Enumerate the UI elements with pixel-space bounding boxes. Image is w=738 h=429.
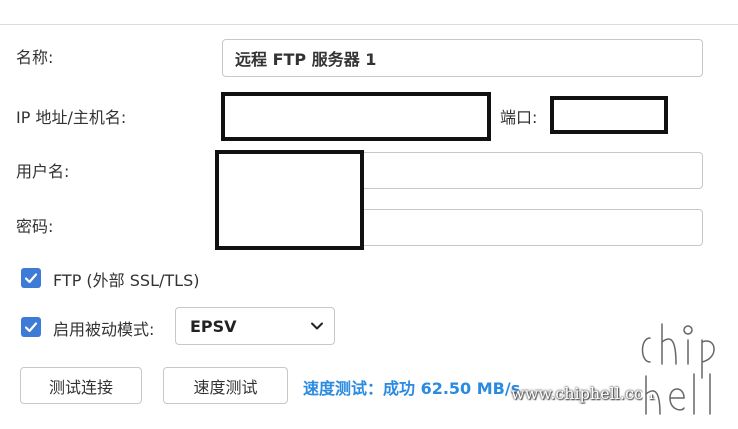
speed-test-button[interactable]: 速度测试: [163, 367, 288, 404]
host-input-redacted[interactable]: [221, 92, 491, 141]
passive-mode-label: 启用被动模式:: [53, 320, 155, 339]
checkmark-icon: [24, 273, 38, 284]
chevron-down-icon: [311, 322, 323, 330]
username-label: 用户名:: [16, 162, 70, 181]
ftp-ssl-label: FTP (外部 SSL/TLS): [53, 271, 200, 290]
top-divider: [0, 24, 738, 25]
password-input[interactable]: [356, 210, 702, 245]
port-input-redacted[interactable]: [550, 96, 668, 134]
test-connection-button[interactable]: 测试连接: [20, 367, 142, 404]
name-label: 名称:: [16, 48, 54, 67]
name-input[interactable]: [223, 40, 702, 76]
speed-test-result: 速度测试：成功 62.50 MB/s: [303, 379, 521, 398]
password-field[interactable]: [355, 209, 703, 246]
username-field[interactable]: [355, 152, 703, 189]
ftp-ssl-checkbox[interactable]: [21, 268, 41, 288]
username-input[interactable]: [356, 153, 702, 188]
port-label: 端口:: [500, 108, 538, 127]
chiphell-logo-icon: [639, 320, 718, 418]
checkmark-icon: [24, 322, 38, 333]
passive-mode-checkbox[interactable]: [21, 317, 41, 337]
name-field[interactable]: [222, 39, 703, 77]
credentials-redaction-box: [215, 150, 364, 250]
passive-mode-value: EPSV: [190, 316, 237, 336]
password-label: 密码:: [16, 217, 54, 236]
passive-mode-select[interactable]: EPSV: [175, 307, 335, 345]
host-label: IP 地址/主机名:: [16, 108, 127, 127]
